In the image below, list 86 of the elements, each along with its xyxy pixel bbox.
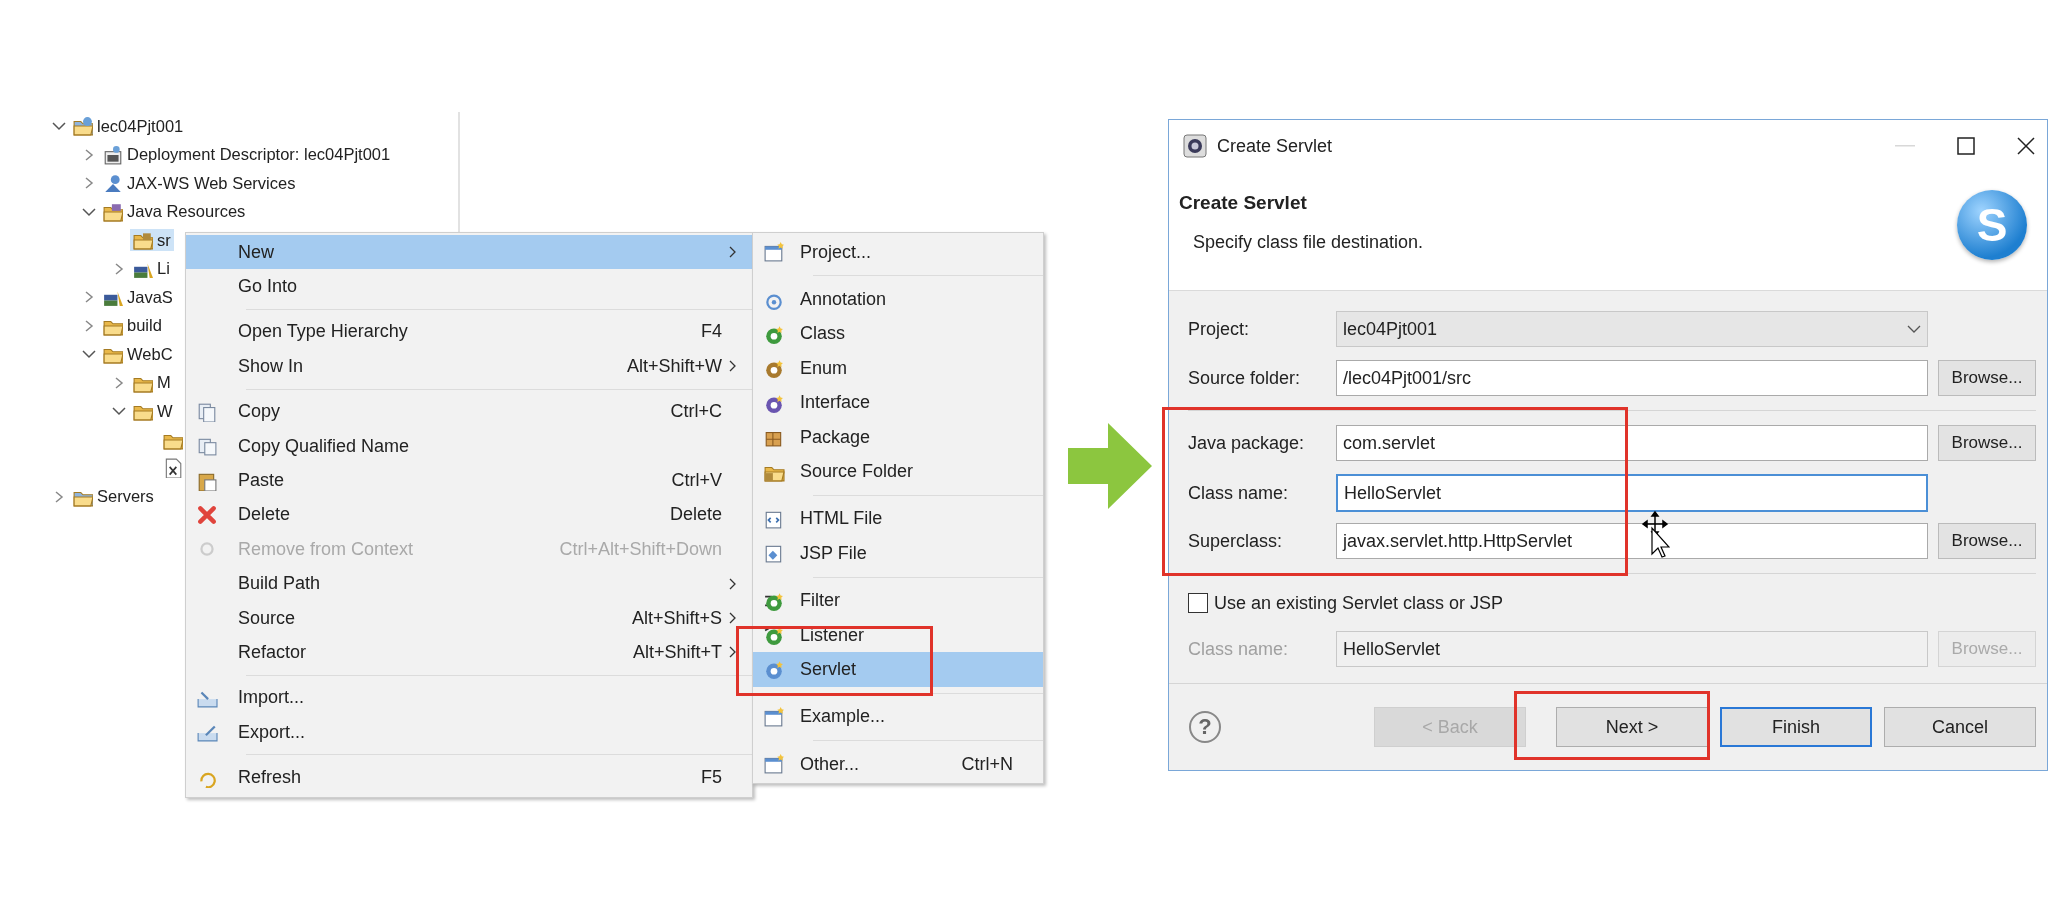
copy-icon xyxy=(196,436,218,457)
menu-item[interactable]: Copy Qualified Name xyxy=(186,428,752,464)
caret-icon xyxy=(1907,325,1921,333)
dialog-button[interactable]: Finish xyxy=(1720,707,1872,747)
menu-item[interactable]: Class xyxy=(753,316,1043,352)
window-icon xyxy=(763,242,785,263)
cursor-icon xyxy=(1640,510,1670,560)
menu-item[interactable]: Paste Ctrl+V xyxy=(186,463,752,498)
tree-item[interactable]: JAX-WS Web Services xyxy=(100,172,299,195)
help-button[interactable]: ? xyxy=(1189,711,1221,743)
resources-folder-icon xyxy=(103,201,123,222)
tree-item[interactable]: Li xyxy=(130,257,173,280)
field-label: Class name: xyxy=(1188,482,1290,504)
page-title: Create Servlet xyxy=(1179,192,1308,214)
menu-item[interactable]: Build Path xyxy=(186,566,752,601)
interface-icon xyxy=(763,392,785,413)
tree-item[interactable]: M xyxy=(130,371,174,394)
dialog-button[interactable]: Cancel xyxy=(1884,707,2036,747)
menu-item[interactable]: Copy Ctrl+C xyxy=(186,394,752,429)
menu-item[interactable]: Refresh F5 xyxy=(186,760,752,795)
delete-icon xyxy=(196,504,218,525)
descriptor-icon xyxy=(103,144,123,165)
browse-button[interactable]: Browse... xyxy=(1938,425,2036,461)
page-description: Specify class file destination. xyxy=(1192,232,1425,253)
field-label: Superclass: xyxy=(1188,530,1284,552)
menu-item[interactable]: Delete Delete xyxy=(186,497,752,533)
window-icon xyxy=(763,706,785,727)
browse-button[interactable]: Browse... xyxy=(1938,523,2036,559)
project-folder-icon xyxy=(73,116,93,137)
class-icon xyxy=(763,323,785,344)
project-dropdown[interactable]: lec04Pjt001 xyxy=(1336,311,1928,347)
tree-item[interactable]: Deployment Descriptor: lec04Pjt001 xyxy=(100,143,394,166)
text-field[interactable]: /lec04Pjt001/src xyxy=(1336,360,1928,396)
field-label: Project: xyxy=(1188,318,1251,340)
menu-item[interactable]: Import... xyxy=(186,680,752,716)
menu-item[interactable]: Listener xyxy=(753,617,1043,653)
maximize-icon[interactable] xyxy=(1957,137,1975,155)
web-services-icon xyxy=(103,173,123,194)
tree-item[interactable]: Java Resources xyxy=(100,200,249,223)
window-title: Create Servlet xyxy=(1217,135,1334,157)
servlet-logo: S xyxy=(1957,190,2027,260)
field-label: Java package: xyxy=(1188,432,1306,454)
menu-item[interactable]: Annotation xyxy=(753,282,1043,317)
filter-icon xyxy=(763,590,785,611)
tree-item[interactable]: lec04Pjt001 xyxy=(70,115,187,138)
package-folder-icon xyxy=(133,230,153,251)
tree-item[interactable]: WebC xyxy=(100,343,176,366)
file-icon xyxy=(163,458,183,479)
menu-item[interactable]: Source Alt+Shift+S xyxy=(186,600,752,636)
servlet-icon xyxy=(763,659,785,680)
text-field[interactable]: com.servlet xyxy=(1336,425,1928,461)
menu-item[interactable]: Project... xyxy=(753,235,1043,270)
tree-item[interactable]: sr xyxy=(130,229,174,252)
menu-item[interactable]: Other... Ctrl+N xyxy=(753,747,1043,782)
checkbox[interactable] xyxy=(1188,593,1208,613)
menu-item[interactable]: Source Folder xyxy=(753,454,1043,489)
menu-item[interactable]: Example... xyxy=(753,699,1043,735)
menu-item[interactable]: Export... xyxy=(186,715,752,750)
menu-item[interactable]: Go Into xyxy=(186,269,752,304)
menu-item[interactable]: Enum xyxy=(753,351,1043,386)
menu-item[interactable]: Interface xyxy=(753,385,1043,420)
tree-item[interactable]: JavaS xyxy=(100,286,176,309)
menu-item[interactable]: Show In Alt+Shift+W xyxy=(186,349,752,384)
menu-item[interactable]: Refactor Alt+Shift+T xyxy=(186,635,752,670)
text-field[interactable]: javax.servlet.http.HttpServlet xyxy=(1336,523,1928,559)
enum-icon xyxy=(763,358,785,379)
menu-item[interactable]: Package xyxy=(753,419,1043,455)
menu-item[interactable]: Filter xyxy=(753,583,1043,618)
tree-item[interactable]: W xyxy=(130,400,176,423)
eclipse-icon xyxy=(1183,134,1207,158)
field-label: Class name: xyxy=(1188,638,1290,660)
field-label: Source folder: xyxy=(1188,367,1302,389)
checkbox-label: Use an existing Servlet class or JSP xyxy=(1214,592,1504,614)
menu-item[interactable]: Open Type Hierarchy F4 xyxy=(186,314,752,350)
text-field[interactable]: HelloServlet xyxy=(1336,474,1928,512)
tree-item[interactable]: Servers xyxy=(70,485,157,508)
dialog-button[interactable]: Next > xyxy=(1556,707,1708,747)
menu-item[interactable]: New xyxy=(186,235,752,270)
copy-icon xyxy=(196,401,218,422)
close-icon[interactable] xyxy=(2017,137,2035,155)
menu-item[interactable]: HTML File xyxy=(753,501,1043,537)
menu-item[interactable]: JSP File xyxy=(753,536,1043,571)
window-icon xyxy=(763,754,785,775)
menu-item[interactable]: Servlet xyxy=(753,652,1043,687)
browse-button[interactable]: Browse... xyxy=(1938,360,2036,396)
tree-item[interactable]: build xyxy=(100,314,165,337)
